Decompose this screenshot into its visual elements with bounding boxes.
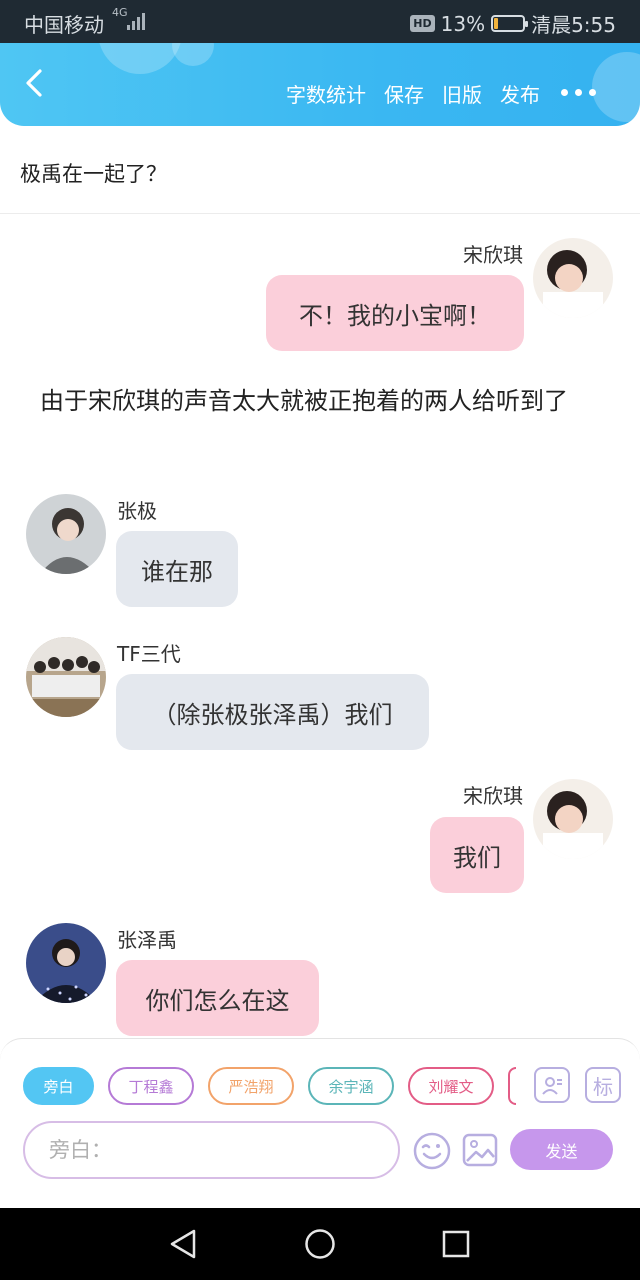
sender-name: 宋欣琪 [463, 784, 523, 808]
battery-percent: 13% [440, 11, 486, 36]
clock: 清晨5:55 [531, 13, 616, 37]
old-version-button[interactable]: 旧版 [442, 79, 482, 108]
header-bar: 中国移动 4G HD 13% 清晨5:55 字数统计 保存 旧版 发布 [0, 0, 640, 126]
role-chip-narration[interactable]: 旁白 [23, 1067, 94, 1105]
avatar[interactable] [26, 637, 106, 717]
emoji-icon[interactable] [412, 1131, 452, 1171]
message-bubble[interactable]: 不！我的小宝啊！ [266, 275, 524, 351]
sender-name: 张极 [117, 499, 157, 523]
story-title: 极禹在一起了？ [20, 162, 167, 186]
role-chip[interactable]: 丁程鑫 [108, 1067, 194, 1105]
message-bubble[interactable]: 你们怎么在这 [116, 960, 319, 1036]
word-count-button[interactable]: 字数统计 [286, 79, 366, 108]
system-nav-bar [0, 1208, 640, 1280]
avatar[interactable] [533, 238, 613, 318]
network-label: 4G [112, 6, 128, 19]
image-icon[interactable] [462, 1133, 498, 1167]
story-title-row[interactable]: 极禹在一起了？ [0, 126, 640, 214]
more-icon[interactable] [561, 89, 596, 96]
avatar[interactable] [533, 779, 613, 859]
recents-square-icon[interactable] [441, 1228, 471, 1260]
home-circle-icon[interactable] [304, 1228, 336, 1260]
nav-bar: 字数统计 保存 旧版 发布 [0, 43, 640, 126]
message-bubble[interactable]: 我们 [430, 817, 524, 893]
publish-button[interactable]: 发布 [500, 79, 540, 108]
sender-name: 宋欣琪 [463, 243, 523, 267]
role-chip[interactable]: 刘耀文 [408, 1067, 494, 1105]
back-arrow-icon[interactable] [18, 65, 54, 101]
role-chip[interactable]: 余宇涵 [308, 1067, 394, 1105]
back-triangle-icon[interactable] [168, 1228, 198, 1260]
hd-badge: HD [410, 15, 435, 32]
narration-text[interactable]: 由于宋欣琪的声音太大就被正抱着的两人给听到了 [40, 384, 610, 418]
battery-icon [491, 15, 529, 32]
role-chip-partial[interactable] [508, 1067, 516, 1105]
role-chip[interactable]: 严浩翔 [208, 1067, 294, 1105]
message-bubble[interactable]: （除张极张泽禹）我们 [116, 674, 429, 750]
avatar[interactable] [26, 923, 106, 1003]
sender-name: TF三代 [117, 642, 181, 666]
carrier-label: 中国移动 [24, 13, 104, 37]
tag-icon[interactable]: 标 [585, 1067, 621, 1103]
message-input-wrapper [23, 1121, 400, 1179]
avatar[interactable] [26, 494, 106, 574]
sender-name: 张泽禹 [117, 928, 177, 952]
composer-panel: 旁白 丁程鑫 严浩翔 余宇涵 刘耀文 标 发送 [0, 1038, 640, 1180]
character-manage-icon[interactable] [534, 1067, 570, 1103]
save-button[interactable]: 保存 [384, 79, 424, 108]
send-button[interactable]: 发送 [510, 1129, 613, 1170]
status-bar: 中国移动 4G HD 13% 清晨5:55 [0, 0, 640, 43]
signal-icon [127, 12, 147, 30]
message-bubble[interactable]: 谁在那 [116, 531, 238, 607]
message-input[interactable] [25, 1123, 398, 1177]
